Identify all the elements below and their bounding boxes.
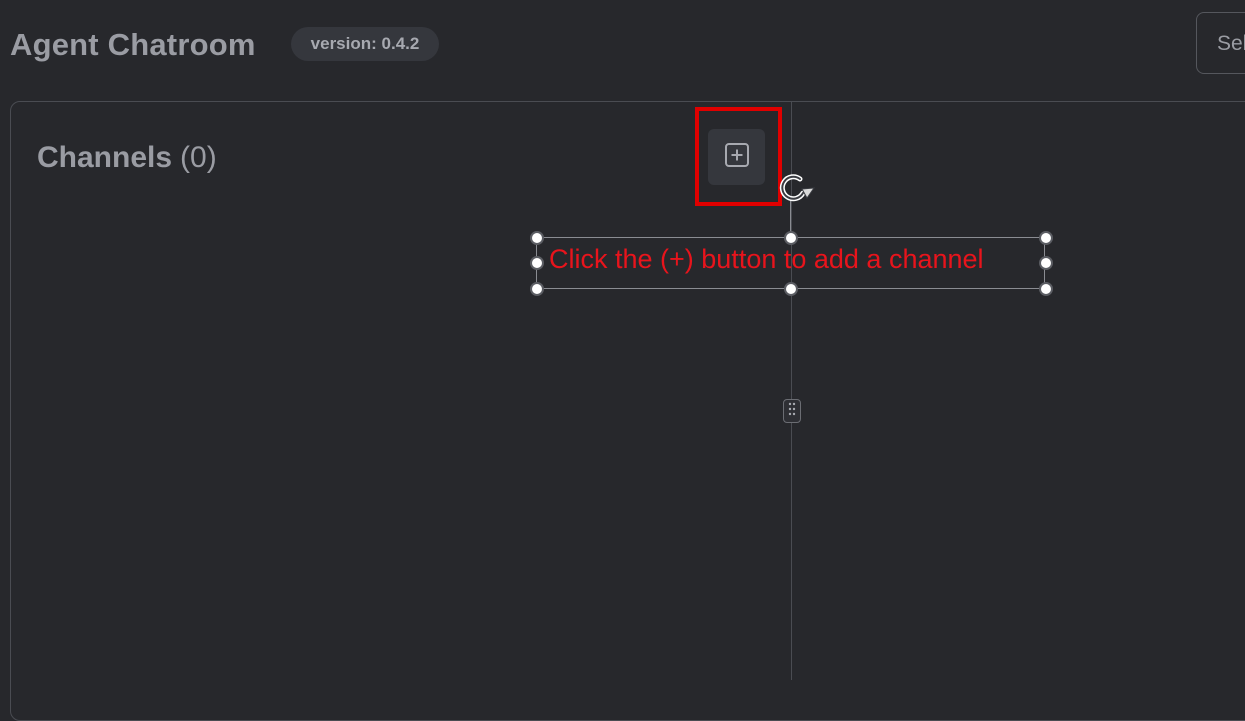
selection-handle[interactable]	[1039, 231, 1053, 245]
drag-handle-icon	[788, 402, 796, 421]
channels-count: (0)	[180, 141, 217, 174]
selection-handle[interactable]	[1039, 256, 1053, 270]
plus-square-icon	[724, 142, 750, 173]
select-dropdown[interactable]: Sel	[1196, 12, 1245, 74]
selection-handle[interactable]	[784, 282, 798, 296]
app-title: Agent Chatroom	[10, 27, 256, 62]
selection-handle[interactable]	[530, 256, 544, 270]
channels-heading: Channels (0)	[37, 141, 217, 175]
annotation-text[interactable]: Click the (+) button to add a channel	[549, 244, 984, 275]
panel-resize-handle[interactable]	[783, 399, 801, 423]
main-panel	[10, 101, 1245, 721]
selection-handle[interactable]	[530, 231, 544, 245]
version-badge: version: 0.4.2	[291, 27, 439, 61]
add-channel-button[interactable]	[708, 129, 765, 185]
channels-title: Channels	[37, 141, 173, 174]
selection-handle[interactable]	[530, 282, 544, 296]
selection-handle[interactable]	[784, 231, 798, 245]
rotate-icon[interactable]	[776, 171, 816, 210]
selection-handle[interactable]	[1039, 282, 1053, 296]
